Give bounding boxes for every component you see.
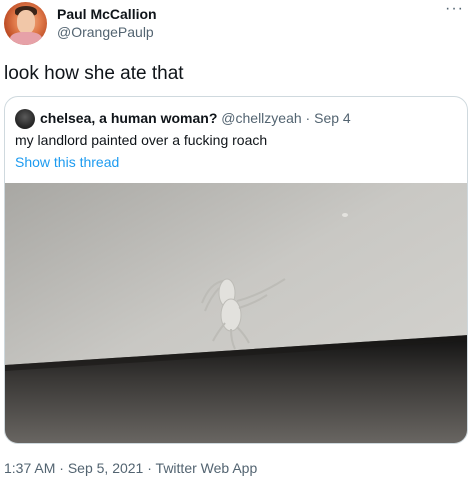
show-thread-link[interactable]: Show this thread: [15, 153, 119, 171]
tweet-date[interactable]: Sep 5, 2021: [68, 460, 144, 476]
quoted-tweet[interactable]: chelsea, a human woman? @chellzyeah · Se…: [4, 96, 468, 444]
quoted-author-name: chelsea, a human woman?: [40, 110, 218, 126]
quoted-photo[interactable]: [5, 183, 467, 443]
footer-separator: ·: [143, 460, 156, 476]
tweet-source[interactable]: Twitter Web App: [156, 460, 258, 476]
quoted-author-handle: @chellzyeah: [221, 110, 302, 126]
quoted-tweet-text: my landlord painted over a fucking roach: [15, 132, 268, 148]
quoted-tweet-header: chelsea, a human woman? @chellzyeah · Se…: [40, 110, 351, 127]
quoted-separator: ·: [301, 110, 315, 126]
tweet-footer: 1:37 AM · Sep 5, 2021 · Twitter Web App: [4, 459, 257, 477]
author-avatar[interactable]: [4, 2, 47, 45]
author-display-name[interactable]: Paul McCallion: [57, 6, 157, 23]
quoted-author-avatar: [15, 109, 35, 129]
tweet-text: look how she ate that: [4, 63, 184, 84]
more-options-icon[interactable]: ···: [445, 1, 464, 17]
avatar-shirt: [10, 32, 42, 45]
author-handle[interactable]: @OrangePaulp: [57, 24, 154, 41]
quoted-date: Sep 4: [314, 110, 351, 126]
footer-separator: ·: [55, 460, 68, 476]
avatar-face: [17, 10, 35, 34]
tweet-time[interactable]: 1:37 AM: [4, 460, 55, 476]
